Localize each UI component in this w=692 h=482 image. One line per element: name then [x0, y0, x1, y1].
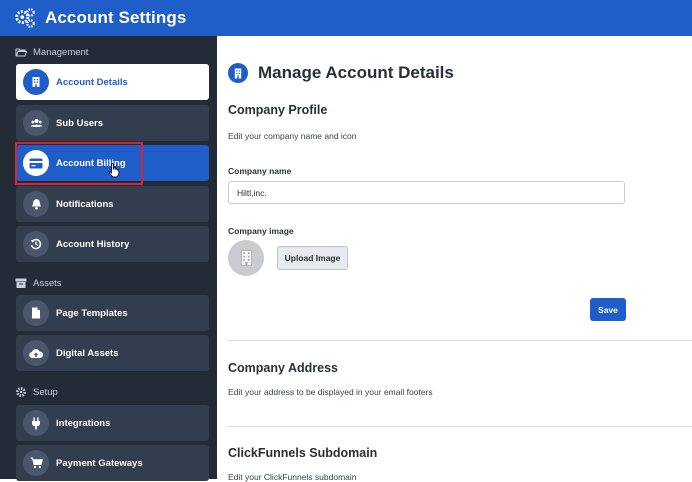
building-icon [23, 69, 49, 95]
highlight-box [15, 142, 143, 185]
sidebar-item-label: Digital Assets [56, 347, 119, 359]
sidebar-item-payment-gateways[interactable]: Payment Gateways [16, 445, 209, 481]
page-title: Manage Account Details [258, 63, 454, 82]
bell-icon [23, 191, 49, 217]
company-profile-title: Company Profile [228, 103, 328, 117]
folder-open-icon [15, 48, 27, 57]
archive-icon [15, 278, 27, 288]
cart-icon [23, 450, 49, 476]
gears-icon [15, 8, 35, 28]
file-icon [23, 300, 49, 326]
hand-cursor-icon [108, 163, 120, 178]
sidebar-item-label: Account History [56, 238, 130, 250]
subdomain-description: Edit your ClickFunnels subdomain [228, 472, 357, 482]
history-icon [23, 231, 49, 257]
gear-icon [16, 387, 26, 397]
company-name-input[interactable] [228, 181, 625, 204]
sidebar-item-page-templates[interactable]: Page Templates [16, 295, 209, 331]
sidebar-section-setup: Setup [15, 383, 58, 401]
save-button[interactable]: Save [590, 298, 626, 321]
sidebar-item-sub-users[interactable]: Sub Users [16, 105, 209, 141]
plug-icon [23, 410, 49, 436]
sidebar-item-label: Sub Users [56, 117, 103, 129]
sidebar-item-digital-assets[interactable]: Digital Assets [16, 335, 209, 371]
company-image-label: Company image [228, 226, 294, 236]
section-label: Management [33, 46, 89, 58]
sidebar: Management Account Details Sub Users Acc… [0, 36, 217, 481]
subdomain-title: ClickFunnels Subdomain [228, 446, 378, 460]
section-divider [228, 340, 692, 341]
company-address-title: Company Address [228, 361, 338, 375]
sidebar-item-label: Integrations [56, 417, 111, 429]
app-title: Account Settings [45, 8, 187, 27]
app-header: Account Settings [0, 0, 692, 36]
cloud-upload-icon [23, 340, 49, 366]
page-header: Manage Account Details [228, 63, 454, 83]
upload-image-button[interactable]: Upload Image [277, 246, 348, 270]
company-profile-description: Edit your company name and icon [228, 131, 357, 141]
sidebar-item-label: Notifications [56, 198, 114, 210]
sidebar-item-integrations[interactable]: Integrations [16, 405, 209, 441]
sidebar-item-label: Payment Gateways [56, 457, 143, 469]
building-placeholder-icon [240, 250, 252, 266]
sidebar-section-assets: Assets [15, 274, 62, 292]
company-image-avatar [228, 240, 264, 276]
section-label: Assets [33, 277, 62, 289]
sidebar-item-account-history[interactable]: Account History [16, 226, 209, 262]
company-address-description: Edit your address to be displayed in you… [228, 387, 433, 397]
sidebar-item-notifications[interactable]: Notifications [16, 186, 209, 222]
section-label: Setup [33, 386, 58, 398]
sidebar-item-account-details[interactable]: Account Details [16, 64, 209, 100]
building-icon [228, 63, 248, 83]
company-name-label: Company name [228, 166, 292, 176]
section-divider [228, 426, 692, 427]
sidebar-item-label: Account Details [56, 76, 128, 88]
main-content: Manage Account Details Company Profile E… [217, 36, 692, 482]
sidebar-item-label: Page Templates [56, 307, 128, 319]
users-icon [23, 110, 49, 136]
sidebar-section-management: Management [15, 43, 88, 61]
